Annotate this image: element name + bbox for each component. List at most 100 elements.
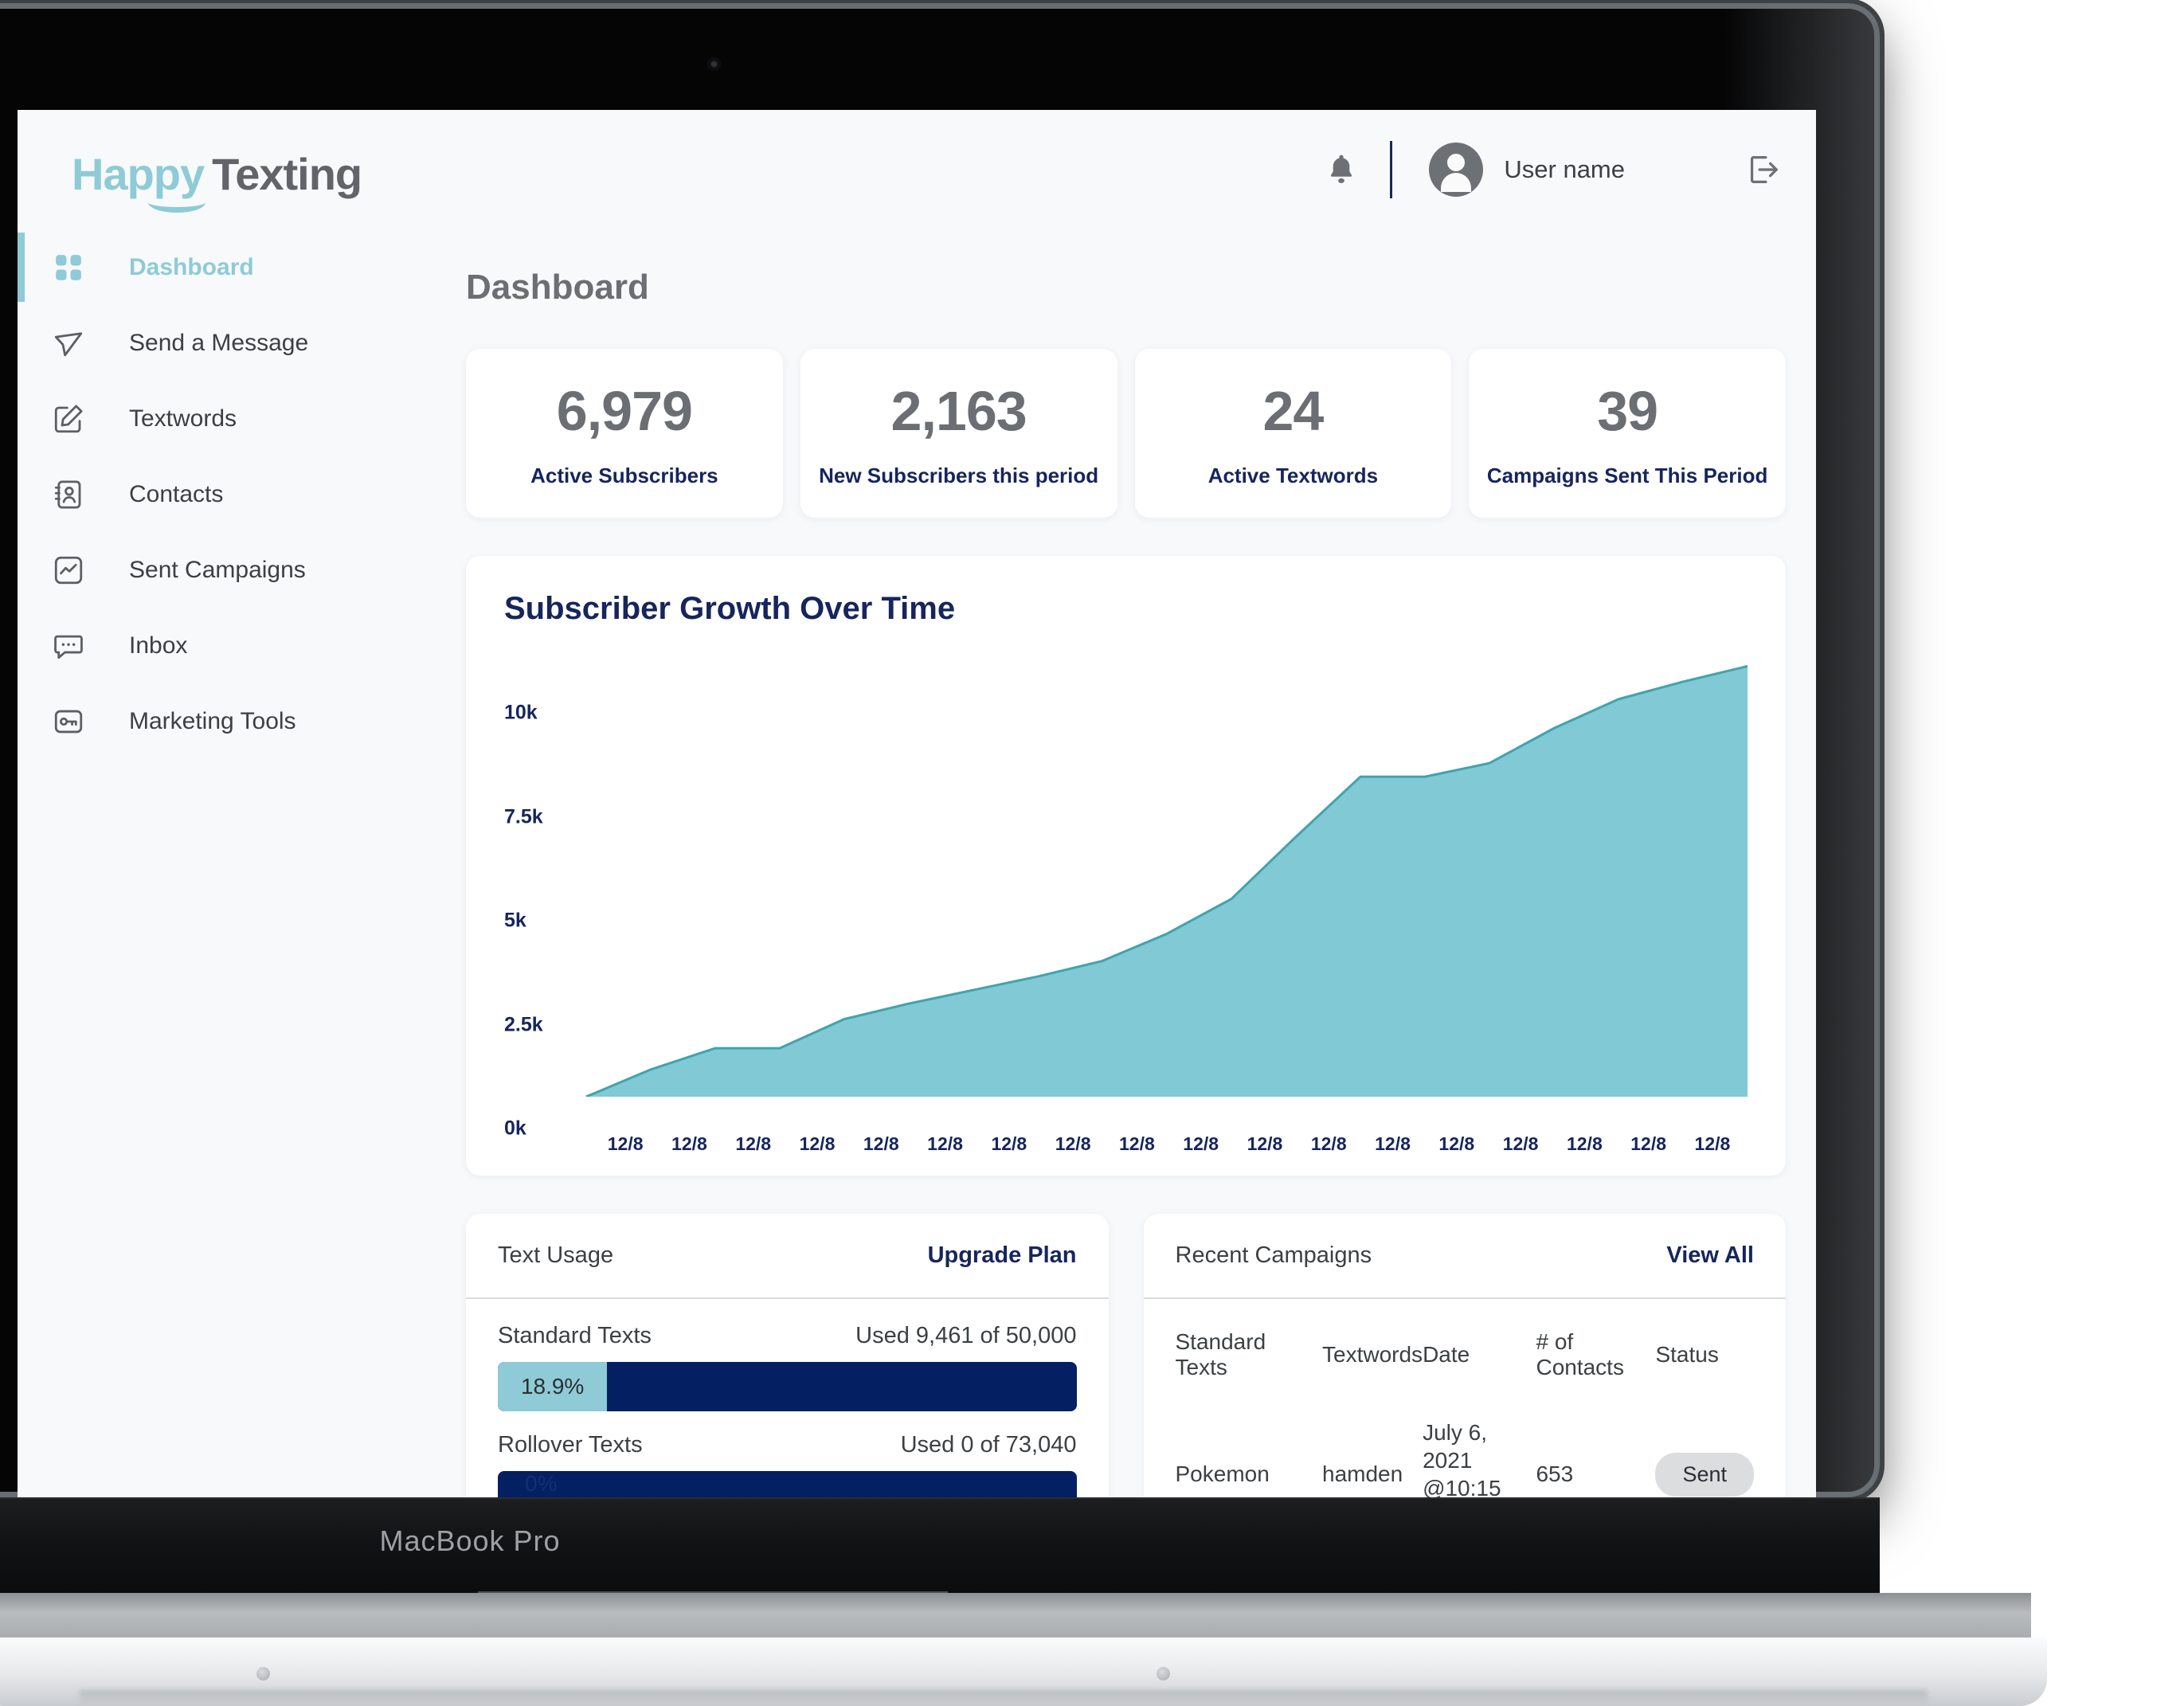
laptop-base-deck <box>0 1593 2031 1642</box>
sidebar-item-marketing-tools[interactable]: Marketing Tools <box>18 683 452 759</box>
sidebar-item-sent-campaigns[interactable]: Sent Campaigns <box>18 532 452 608</box>
sidebar-item-send-a-message[interactable]: Send a Message <box>18 305 452 381</box>
y-axis-tick-label: 5k <box>504 909 526 932</box>
recent-campaigns-table: Standard Texts Textwords Date # of Conta… <box>1176 1323 1755 1497</box>
x-axis-tick-label: 12/8 <box>1438 1133 1475 1154</box>
sidebar-nav: Dashboard Send a Message Textwords Conta… <box>18 229 452 1497</box>
app-topbar: Happy Texting User name <box>18 110 1816 229</box>
edit-square-icon <box>48 398 89 440</box>
x-axis-tick-label: 12/8 <box>1310 1133 1347 1154</box>
x-axis-tick-label: 12/8 <box>671 1133 707 1154</box>
upgrade-plan-link[interactable]: Upgrade Plan <box>928 1242 1077 1269</box>
stat-label: Campaigns Sent This Period <box>1486 463 1768 487</box>
x-axis-tick-label: 12/8 <box>1566 1133 1603 1154</box>
column-header: Textwords <box>1322 1342 1423 1367</box>
app-logo[interactable]: Happy Texting <box>72 148 362 213</box>
text-usage-body: Standard Texts Used 9,461 of 50,000 18.9… <box>466 1299 1109 1497</box>
sidebar-item-label: Send a Message <box>129 329 309 356</box>
avatar[interactable] <box>1429 143 1484 197</box>
topbar-actions: User name <box>1320 110 1783 229</box>
y-axis-tick-label: 10k <box>504 701 538 724</box>
sidebar-item-label: Marketing Tools <box>129 707 296 734</box>
chart-plot-area: 0k 2.5k 5k 7.5k 10k <box>504 651 1748 1140</box>
stat-card-campaigns-sent: 39 Campaigns Sent This Period <box>1469 349 1786 518</box>
sidebar-item-dashboard[interactable]: Dashboard <box>18 229 452 305</box>
laptop-drop-shadow <box>80 1690 1928 1706</box>
sidebar-item-textwords[interactable]: Textwords <box>18 381 452 456</box>
x-axis-tick-label: 12/8 <box>927 1133 963 1154</box>
usage-row-rollover-texts: Rollover Texts Used 0 of 73,040 0% <box>498 1432 1077 1497</box>
usage-progress-bar: 18.9% <box>498 1362 1077 1411</box>
avatar-head-shape <box>1447 154 1466 171</box>
laptop-foot <box>1157 1667 1170 1681</box>
view-all-link[interactable]: View All <box>1666 1242 1754 1269</box>
sidebar-item-inbox[interactable]: Inbox <box>18 608 452 683</box>
sidebar-item-label: Sent Campaigns <box>129 556 306 583</box>
usage-row-header: Rollover Texts Used 0 of 73,040 <box>498 1432 1077 1458</box>
x-axis-tick-label: 12/8 <box>735 1133 772 1154</box>
campaign-name: Pokemon <box>1175 1461 1270 1486</box>
logout-icon[interactable] <box>1744 151 1783 189</box>
stat-card-active-textwords: 24 Active Textwords <box>1134 349 1452 518</box>
sidebar-item-label: Textwords <box>129 405 237 432</box>
x-axis-tick-label: 12/8 <box>1055 1133 1091 1154</box>
x-axis-tick-label: 12/8 <box>1502 1133 1539 1154</box>
chart-area-path <box>585 666 1748 1097</box>
campaign-status-cell: Sent <box>1655 1407 1754 1497</box>
text-usage-header: Text Usage Upgrade Plan <box>466 1214 1109 1299</box>
usage-percent-label: 0% <box>525 1471 558 1496</box>
x-axis-tick-label: 12/8 <box>607 1133 644 1154</box>
send-icon <box>48 323 89 364</box>
laptop-foot <box>256 1667 270 1681</box>
bell-icon[interactable] <box>1320 148 1363 191</box>
contact-book-icon <box>48 474 89 515</box>
x-axis-tick-label: 12/8 <box>1119 1133 1155 1154</box>
stat-card-new-subscribers: 2,163 New Subscribers this period <box>800 349 1117 518</box>
column-header: # of Contacts <box>1536 1329 1624 1379</box>
recent-campaigns-title: Recent Campaigns <box>1175 1242 1372 1268</box>
chart-title: Subscriber Growth Over Time <box>504 591 956 626</box>
topbar-divider <box>1390 141 1393 198</box>
campaign-date-day: July 6, 2021 <box>1423 1420 1487 1473</box>
chart-square-icon <box>48 550 89 591</box>
usage-row-header: Standard Texts Used 9,461 of 50,000 <box>498 1323 1077 1349</box>
bottom-panels-row: Text Usage Upgrade Plan Standard Texts U… <box>466 1214 1786 1497</box>
usage-name: Standard Texts <box>498 1323 652 1348</box>
y-axis-tick-label: 2.5k <box>504 1013 543 1036</box>
sidebar-item-contacts[interactable]: Contacts <box>18 456 452 532</box>
column-header: Standard Texts <box>1175 1329 1266 1379</box>
stat-label: New Subscribers this period <box>819 463 1099 487</box>
subscriber-growth-chart-card: Subscriber Growth Over Time 0k 2.5k 5k 7.5k… <box>466 556 1786 1176</box>
usage-percent-label: 18.9% <box>520 1374 585 1399</box>
usage-row-standard-texts: Standard Texts Used 9,461 of 50,000 18.9… <box>498 1323 1077 1411</box>
logo-texting-text: Texting <box>212 149 362 199</box>
x-axis-ticks: 12/8 12/8 12/8 12/8 12/8 12/8 12/8 12/8 12/8 12/8… <box>504 1133 1748 1155</box>
table-row[interactable]: Pokemon hamden July 6, 2021 @10:15 am 65… <box>1176 1407 1755 1497</box>
campaign-contacts: 653 <box>1536 1461 1574 1486</box>
stat-value: 6,979 <box>556 379 693 442</box>
stat-label: Active Subscribers <box>530 463 718 487</box>
text-usage-panel: Text Usage Upgrade Plan Standard Texts U… <box>466 1214 1109 1497</box>
webcam-icon <box>707 57 721 71</box>
campaign-date: July 6, 2021 @10:15 am <box>1423 1407 1536 1497</box>
grid-icon <box>48 247 89 288</box>
recent-campaigns-panel: Recent Campaigns View All Standard Texts… <box>1143 1214 1787 1497</box>
page-title: Dashboard <box>466 268 649 307</box>
table-header-row: Standard Texts Textwords Date # of Conta… <box>1176 1323 1755 1407</box>
logo-smile-icon <box>148 192 205 213</box>
column-header: Date <box>1423 1342 1470 1367</box>
campaign-date-time: @10:15 am <box>1423 1476 1501 1497</box>
stat-value: 2,163 <box>890 379 1027 442</box>
screen-content: Happy Texting User name Dashboard Send a… <box>18 110 1816 1497</box>
x-axis-tick-label: 12/8 <box>1183 1133 1219 1154</box>
sidebar-item-label: Inbox <box>129 632 188 659</box>
text-usage-title: Text Usage <box>498 1242 614 1268</box>
x-axis-tick-label: 12/8 <box>991 1133 1027 1154</box>
usage-used: Used 9,461 of 50,000 <box>855 1323 1077 1348</box>
recent-campaigns-body: Standard Texts Textwords Date # of Conta… <box>1144 1299 1787 1497</box>
avatar-body-shape <box>1441 173 1472 192</box>
status-badge: Sent <box>1655 1452 1754 1497</box>
stat-value: 39 <box>1597 379 1658 442</box>
x-axis-tick-label: 12/8 <box>1247 1133 1283 1154</box>
stat-label: Active Textwords <box>1207 463 1379 487</box>
